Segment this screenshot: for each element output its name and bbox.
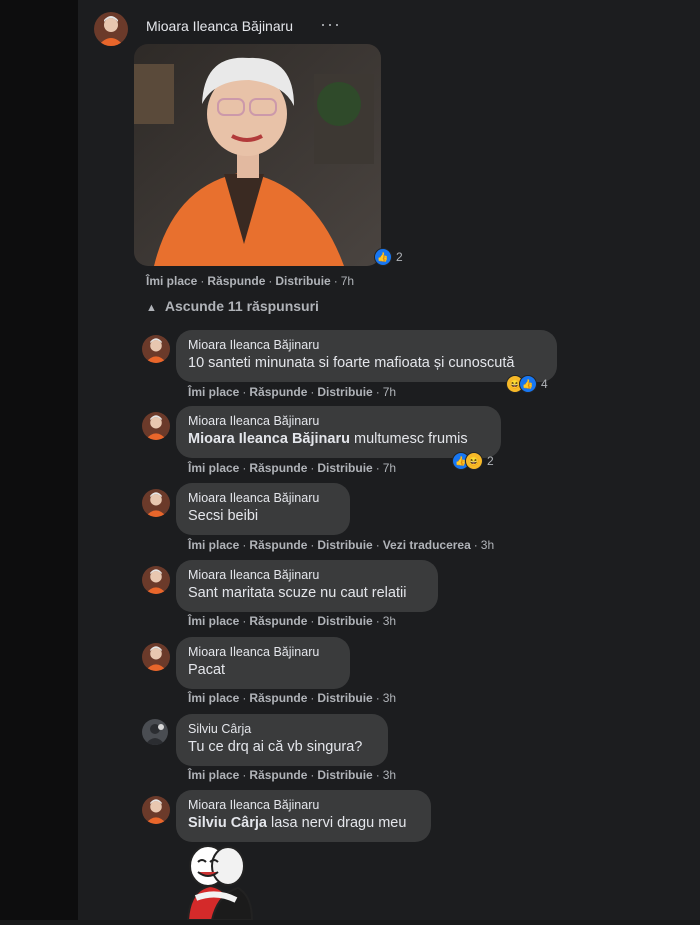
timestamp: 3h xyxy=(480,538,495,552)
comment-author[interactable]: Mioara Ileanca Băjinaru xyxy=(188,645,338,659)
like-link[interactable]: Îmi place xyxy=(188,385,239,399)
comment-author[interactable]: Mioara Ileanca Băjinaru xyxy=(188,798,419,812)
haha-reaction-icon: 😆 xyxy=(465,452,483,470)
timestamp: 3h xyxy=(382,768,397,782)
comment-avatar[interactable] xyxy=(142,719,168,745)
share-link[interactable]: Distribuie xyxy=(275,274,330,288)
comment-actions: Îmi place · Răspunde · Distribuie · 3h xyxy=(188,768,397,782)
like-link[interactable]: Îmi place xyxy=(188,768,239,782)
timestamp: 3h xyxy=(382,691,397,705)
more-dots-icon[interactable]: ··· xyxy=(320,14,341,35)
user-avatar-icon xyxy=(142,489,170,517)
user-avatar-icon xyxy=(94,12,128,46)
user-avatar-icon xyxy=(142,335,170,363)
comment-actions: Îmi place · Răspunde · Distribuie · 3h xyxy=(188,691,397,705)
user-avatar-icon xyxy=(142,796,170,824)
comment-text: Sant maritata scuze nu caut relatii xyxy=(188,585,407,601)
comment-text: Tu ce drq ai că vb singura? xyxy=(188,739,363,755)
comment-avatar[interactable] xyxy=(142,796,170,824)
comment-text: multumesc frumis xyxy=(349,431,468,447)
reaction-count: 2 xyxy=(487,454,494,468)
reaction-count: 4 xyxy=(541,377,548,391)
reply-link[interactable]: Răspunde xyxy=(249,385,307,399)
post-actions: Îmi place · Răspunde · Distribuie · 7h xyxy=(146,274,355,288)
comment-bubble: Mioara Ileanca Băjinaru Silviu Cârja las… xyxy=(176,790,431,842)
comment-bubble: Mioara Ileanca Băjinaru 10 santeti minun… xyxy=(176,330,557,382)
photo-image xyxy=(134,44,381,266)
like-link[interactable]: Îmi place xyxy=(188,691,239,705)
chevron-up-icon: ▲ xyxy=(146,302,157,314)
comment-avatar[interactable] xyxy=(142,412,170,440)
comment-actions: Îmi place · Răspunde · Distribuie · Vezi tradu… xyxy=(188,538,495,552)
comment-author[interactable]: Mioara Ileanca Băjinaru xyxy=(188,568,426,582)
hug-sticker-icon xyxy=(186,845,254,921)
comment-avatar[interactable] xyxy=(142,335,170,363)
comment-photo[interactable] xyxy=(134,44,381,266)
comment-text-line: Mioara Ileanca Băjinaru multumesc frumis xyxy=(188,431,489,447)
share-link[interactable]: Distribuie xyxy=(317,461,372,475)
reply-link[interactable]: Răspunde xyxy=(249,768,307,782)
user-avatar-icon xyxy=(142,719,168,745)
comment-text-line: Silviu Cârja lasa nervi dragu meu xyxy=(188,815,419,831)
mention-link[interactable]: Silviu Cârja xyxy=(188,815,267,831)
comment-bubble: Silviu Cârja Tu ce drq ai că vb singura? xyxy=(176,714,388,766)
comment-author[interactable]: Mioara Ileanca Băjinaru xyxy=(188,414,489,428)
comment-avatar[interactable] xyxy=(142,566,170,594)
post-author-name[interactable]: Mioara Ileanca Băjinaru xyxy=(146,18,293,34)
comment-bubble: Mioara Ileanca Băjinaru Secsi beibi xyxy=(176,483,350,535)
hide-replies-label: Ascunde 11 răspunsuri xyxy=(164,298,319,314)
user-avatar-icon xyxy=(142,412,170,440)
photo-reactions[interactable]: 👍 2 xyxy=(374,248,403,266)
share-link[interactable]: Distribuie xyxy=(317,768,372,782)
translate-link[interactable]: Vezi traducerea xyxy=(383,538,471,552)
timestamp: 7h xyxy=(340,274,355,288)
timestamp: 7h xyxy=(382,461,397,475)
comment-reactions[interactable]: 😆 👍 4 xyxy=(506,375,548,393)
comment-author[interactable]: Mioara Ileanca Băjinaru xyxy=(188,338,545,352)
comment-author[interactable]: Silviu Cârja xyxy=(188,722,376,736)
like-link[interactable]: Îmi place xyxy=(188,538,239,552)
comment-bubble: Mioara Ileanca Băjinaru Sant maritata sc… xyxy=(176,560,438,612)
comment-text: lasa nervi dragu meu xyxy=(266,815,407,831)
hide-replies-toggle[interactable]: ▲ Ascunde 11 răspunsuri xyxy=(146,298,319,314)
timestamp: 3h xyxy=(382,614,397,628)
reply-link[interactable]: Răspunde xyxy=(249,614,307,628)
user-avatar-icon xyxy=(142,643,170,671)
comment-actions: Îmi place · Răspunde · Distribuie · 3h xyxy=(188,614,397,628)
hug-sticker[interactable] xyxy=(182,844,254,921)
comment-bubble: Mioara Ileanca Băjinaru Mioara Ileanca B… xyxy=(176,406,501,458)
timestamp: 7h xyxy=(382,385,397,399)
comment-author[interactable]: Mioara Ileanca Băjinaru xyxy=(188,491,338,505)
share-link[interactable]: Distribuie xyxy=(317,385,372,399)
share-link[interactable]: Distribuie xyxy=(317,691,372,705)
left-sidebar-strip xyxy=(0,0,78,920)
reply-link[interactable]: Răspunde xyxy=(249,461,307,475)
comment-text: Pacat xyxy=(188,662,226,678)
share-link[interactable]: Distribuie xyxy=(317,538,372,552)
like-link[interactable]: Îmi place xyxy=(188,461,239,475)
comment-bubble: Mioara Ileanca Băjinaru Pacat xyxy=(176,637,350,689)
reply-link[interactable]: Răspunde xyxy=(249,538,307,552)
comment-text: Secsi beibi xyxy=(188,508,259,524)
like-link[interactable]: Îmi place xyxy=(188,614,239,628)
comment-reactions[interactable]: 👍 😆 2 xyxy=(452,452,494,470)
comment-actions: Îmi place · Răspunde · Distribuie · 7h xyxy=(188,461,397,475)
share-link[interactable]: Distribuie xyxy=(317,614,372,628)
comment-text: 10 santeti minunata si foarte mafioata ș… xyxy=(188,355,515,371)
user-avatar-icon xyxy=(142,566,170,594)
like-link[interactable]: Îmi place xyxy=(146,274,197,288)
comment-avatar[interactable] xyxy=(142,643,170,671)
reaction-count: 2 xyxy=(396,250,403,264)
comment-actions: Îmi place · Răspunde · Distribuie · 7h xyxy=(188,385,397,399)
mention-link[interactable]: Mioara Ileanca Băjinaru xyxy=(188,431,350,447)
reply-link[interactable]: Răspunde xyxy=(207,274,265,288)
comment-avatar[interactable] xyxy=(142,489,170,517)
like-reaction-icon: 👍 xyxy=(519,375,537,393)
like-reaction-icon: 👍 xyxy=(374,248,392,266)
post-author-avatar[interactable] xyxy=(94,12,128,46)
reply-link[interactable]: Răspunde xyxy=(249,691,307,705)
